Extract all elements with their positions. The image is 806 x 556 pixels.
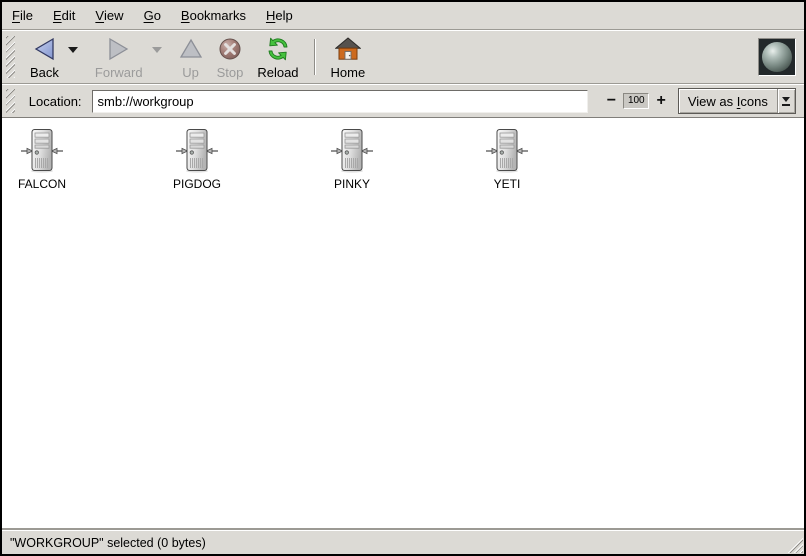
server-item-yeti[interactable]: YETI — [467, 128, 547, 191]
toolbar: Back Forward Up — [2, 31, 804, 83]
toolbar-separator — [314, 39, 316, 75]
server-item-label: YETI — [494, 177, 521, 191]
forward-arrow-icon — [106, 35, 132, 63]
network-server-icon — [175, 128, 219, 174]
home-button-label: Home — [331, 65, 366, 80]
menu-help[interactable]: Help — [256, 2, 303, 29]
menu-file[interactable]: File — [2, 2, 43, 29]
location-input[interactable] — [92, 90, 588, 113]
server-item-falcon[interactable]: FALCON — [2, 128, 82, 191]
up-arrow-icon — [179, 35, 203, 63]
view-as-label: View as Icons — [679, 89, 777, 113]
icon-view-pane: FALCON PIGDOG PINKY YETI — [2, 117, 804, 530]
dropdown-indicator-icon — [777, 89, 795, 113]
network-server-icon — [20, 128, 64, 174]
reload-icon — [265, 35, 291, 63]
back-button-group: Back — [23, 33, 82, 81]
back-history-chevron-icon[interactable] — [68, 47, 78, 53]
network-server-icon — [330, 128, 374, 174]
home-icon — [335, 35, 361, 63]
network-server-icon — [485, 128, 529, 174]
stop-icon — [218, 35, 242, 63]
forward-history-chevron-icon — [152, 47, 162, 53]
home-button[interactable]: Home — [324, 33, 373, 81]
throbber-sphere-icon — [762, 42, 792, 72]
server-item-label: FALCON — [18, 177, 66, 191]
zoom-out-button[interactable]: − — [604, 93, 619, 109]
server-item-pigdog[interactable]: PIGDOG — [157, 128, 237, 191]
menu-edit[interactable]: Edit — [43, 2, 85, 29]
server-item-pinky[interactable]: PINKY — [312, 128, 392, 191]
menu-bookmarks[interactable]: Bookmarks — [171, 2, 256, 29]
view-as-dropdown[interactable]: View as Icons — [678, 88, 796, 114]
back-button[interactable]: Back — [23, 33, 66, 81]
forward-button: Forward — [88, 33, 150, 81]
stop-button-label: Stop — [217, 65, 244, 80]
throbber — [758, 38, 796, 76]
back-button-label: Back — [30, 65, 59, 80]
location-bar: Location: − 100 + View as Icons — [2, 85, 804, 117]
toolbar-drag-handle[interactable] — [6, 36, 15, 78]
up-button: Up — [172, 33, 210, 81]
up-button-label: Up — [182, 65, 199, 80]
location-label: Location: — [29, 94, 82, 109]
zoom-level-indicator[interactable]: 100 — [623, 93, 649, 109]
reload-button[interactable]: Reload — [250, 33, 305, 81]
stop-button: Stop — [210, 33, 251, 81]
reload-button-label: Reload — [257, 65, 298, 80]
forward-button-label: Forward — [95, 65, 143, 80]
status-text: "WORKGROUP" selected (0 bytes) — [10, 536, 206, 550]
menu-go[interactable]: Go — [134, 2, 171, 29]
status-bar: "WORKGROUP" selected (0 bytes) — [2, 530, 804, 554]
zoom-in-button[interactable]: + — [653, 93, 668, 109]
back-arrow-icon — [31, 35, 57, 63]
menu-view[interactable]: View — [85, 2, 133, 29]
server-item-label: PIGDOG — [173, 177, 221, 191]
file-manager-window: File Edit View Go Bookmarks Help Back Fo… — [0, 0, 806, 556]
resize-grip[interactable] — [787, 537, 803, 553]
menubar: File Edit View Go Bookmarks Help — [2, 2, 804, 29]
forward-button-group: Forward — [88, 33, 166, 81]
locationbar-drag-handle[interactable] — [6, 89, 15, 113]
server-item-label: PINKY — [334, 177, 370, 191]
